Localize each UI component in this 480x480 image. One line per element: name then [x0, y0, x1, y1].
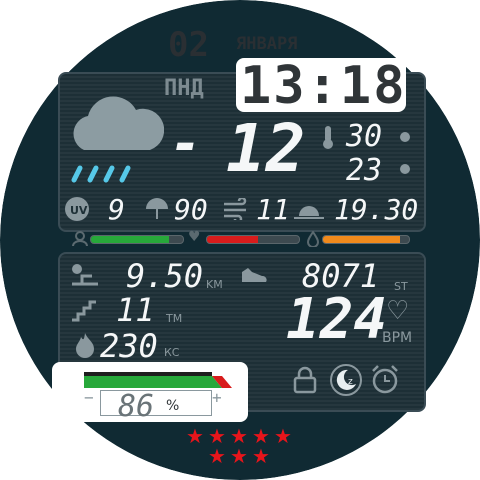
clock-time: 13:18: [240, 56, 407, 116]
sunset-time: 19.30: [334, 193, 419, 226]
sun-high-icon: [400, 132, 410, 142]
date-month: ЯНВАРЯ: [236, 34, 298, 54]
temp-min: 23: [346, 153, 383, 188]
heart-zone-bar: [206, 235, 300, 244]
battery-value-box: [100, 390, 212, 416]
date-day: 02: [168, 25, 209, 65]
wind-speed: 11: [256, 193, 290, 226]
alarm-icon[interactable]: [370, 364, 400, 394]
heart-rate-value: 124: [286, 287, 388, 352]
star-icon: ★: [186, 424, 204, 448]
calories-unit: КС: [164, 346, 180, 359]
steps-goal-fill: [91, 236, 170, 243]
battery-gauge-bar: [84, 372, 232, 388]
umbrella-icon: [146, 198, 168, 219]
temp-max: 30: [346, 119, 383, 154]
star-icon: ★: [208, 424, 226, 448]
flame-icon: [76, 333, 94, 358]
current-temp: 12: [226, 110, 306, 187]
battery-percent: 86: [118, 389, 155, 424]
sleep-mode-icon[interactable]: z: [330, 364, 362, 396]
sun-low-icon: [400, 164, 410, 174]
heart-unit: BPM: [382, 330, 413, 346]
battery-minus: −: [84, 388, 94, 407]
weekday-label: ПНД: [164, 76, 204, 101]
star-icon: ★: [230, 444, 248, 468]
thermometer-icon: [323, 126, 333, 149]
distance-unit: KM: [206, 278, 223, 291]
person-location-icon: [72, 231, 88, 247]
uv-value: 9: [108, 193, 125, 226]
uv-icon: UV: [65, 197, 89, 221]
star-icon: ★: [274, 424, 292, 448]
temp-sign: -: [170, 114, 202, 174]
distance-icon: [72, 264, 98, 286]
steps-unit: ST: [394, 280, 408, 293]
rain-cloud-icon: [71, 96, 164, 183]
heart-small-icon: ♥: [188, 229, 201, 245]
steps-goal-bar: [90, 235, 184, 244]
battery-percent-sign: %: [166, 398, 180, 414]
drop-icon: [306, 231, 320, 247]
svg-text:UV: UV: [70, 204, 88, 217]
star-icon: ★: [252, 424, 270, 448]
star-icon: ★: [252, 444, 270, 468]
floors-unit: ТМ: [166, 312, 183, 325]
rain-chance: 90: [174, 193, 208, 226]
star-icon: ★: [208, 444, 226, 468]
battery-plus: +: [212, 388, 222, 407]
shoe-icon: [242, 268, 267, 282]
wind-icon: [224, 198, 247, 220]
battery-level-bar: [322, 235, 410, 244]
sunset-icon: [294, 206, 324, 219]
star-icon: ★: [230, 424, 248, 448]
floors-value: 11: [116, 291, 155, 329]
distance-value: 9.50: [126, 257, 204, 295]
heart-zone-fill: [207, 236, 258, 243]
calories-value: 230: [100, 327, 158, 365]
stairs-icon: [72, 300, 96, 322]
lock-icon[interactable]: [292, 366, 318, 394]
heart-icon: ♡: [386, 296, 410, 326]
svg-text:z: z: [348, 377, 353, 387]
battery-level-fill: [323, 236, 401, 243]
